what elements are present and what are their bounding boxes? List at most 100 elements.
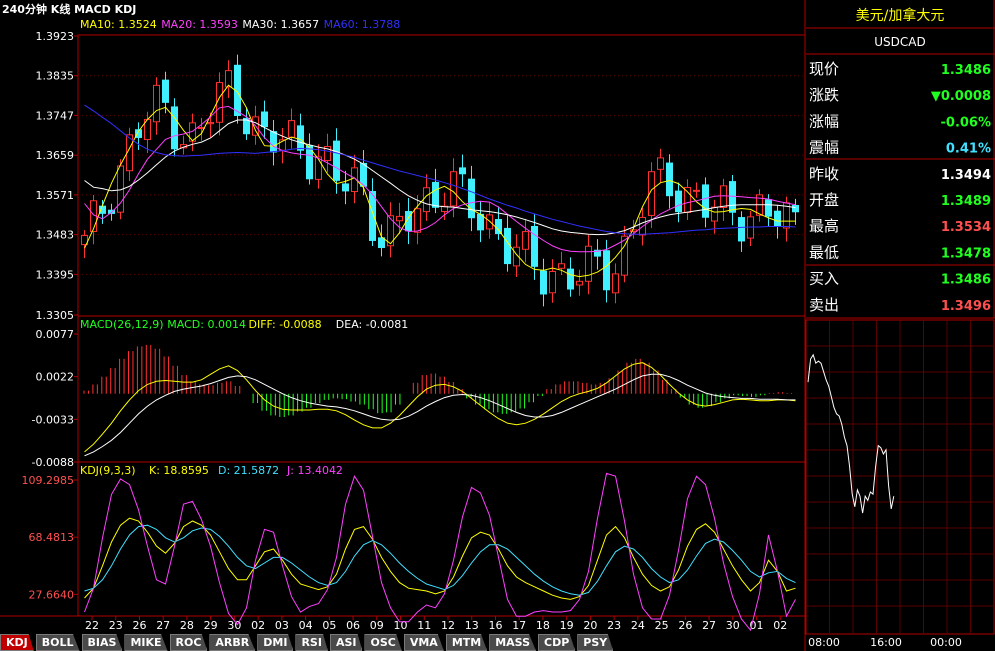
candle-up (396, 215, 403, 222)
kdj-label: J: 13.4042 (286, 464, 343, 477)
date-label: 23 (607, 619, 621, 632)
date-label: 17 (512, 619, 526, 632)
tab-arbr[interactable]: ARBR (209, 634, 256, 651)
candle-down (738, 217, 745, 242)
candle-down (477, 213, 484, 231)
date-label: 02 (251, 619, 265, 632)
candle-up (450, 171, 457, 207)
date-label: 22 (85, 619, 99, 632)
candle-down (567, 268, 574, 290)
macd-label: DIFF: -0.0088 (249, 318, 322, 331)
date-label: 12 (441, 619, 455, 632)
intraday-time-label: 00:00 (930, 636, 962, 649)
quote-value: 1.3486 (941, 63, 991, 78)
tab-psy[interactable]: PSY (577, 634, 614, 651)
tab-rsi[interactable]: RSI (295, 634, 328, 651)
candle-down (171, 106, 178, 150)
tab-roc[interactable]: ROC (169, 634, 208, 651)
price-tick-label: 1.3305 (36, 309, 75, 322)
candle-down (261, 111, 268, 128)
candle-down (369, 191, 376, 241)
quote-label: 震幅 (809, 139, 839, 157)
price-tick-label: 1.3659 (36, 149, 75, 162)
candle-down (765, 199, 772, 217)
date-label: 23 (109, 619, 123, 632)
candle-down (468, 178, 475, 219)
candle-up (153, 84, 160, 123)
tab-vma[interactable]: VMA (403, 634, 444, 651)
candle-up (711, 206, 718, 222)
candle-down (702, 184, 709, 218)
macd-tick-label: 0.0022 (36, 371, 75, 384)
intraday-time-label: 16:00 (870, 636, 902, 649)
indicator-tabs: KDJ BOLL BIAS MIKE ROC ARBR DMI RSI ASI OSC VMA MTM… (0, 634, 805, 651)
tab-cdp[interactable]: CDP (538, 634, 576, 651)
quote-value: 1.3494 (941, 168, 991, 183)
quote-value: 1.3496 (941, 299, 991, 314)
tab-bias[interactable]: BIAS (81, 634, 123, 651)
price-tick-label: 1.3395 (36, 268, 75, 281)
date-label: 28 (180, 619, 194, 632)
tab-osc[interactable]: OSC (364, 634, 402, 651)
price-tick-label: 1.3835 (36, 70, 75, 83)
candle-up (558, 263, 565, 269)
chart-title: 240分钟 K线 MACD KDJ (2, 2, 136, 16)
quote-label: 开盘 (809, 191, 839, 209)
date-label: 06 (346, 619, 360, 632)
quote-value: 1.3534 (941, 220, 991, 235)
price-tick-label: 1.3483 (36, 229, 75, 242)
quote-label: 买入 (809, 270, 839, 288)
kdj-tick-label: 27.6640 (29, 588, 75, 601)
quote-value: 1.3489 (941, 194, 991, 209)
macd-tick-label: -0.0033 (32, 413, 74, 426)
date-label: 27 (156, 619, 170, 632)
candle-down (792, 205, 799, 213)
ma-label: MA60: 1.3788 (324, 18, 401, 31)
chart-stage: 240分钟 K线 MACD KDJ MA10: 1.3524 MA20: 1.35… (0, 0, 995, 651)
macd-label: MACD(26,12,9) (80, 318, 164, 331)
macd-label: MACD: 0.0014 (167, 318, 246, 331)
ma-label: MA10: 1.3524 (80, 18, 157, 31)
candle-up (486, 214, 493, 230)
date-label: 02 (773, 619, 787, 632)
quote-value: -0.06% (941, 115, 992, 130)
tab-mtm[interactable]: MTM (445, 634, 488, 651)
candle-down (162, 79, 169, 103)
price-tick-label: 1.3571 (36, 189, 75, 202)
candle-up (576, 280, 583, 286)
tab-mike[interactable]: MIKE (124, 634, 168, 651)
date-label: 03 (275, 619, 289, 632)
tab-mass[interactable]: MASS (489, 634, 537, 651)
candle-up (288, 120, 295, 138)
quote-label: 最低 (809, 243, 839, 261)
date-label: 04 (299, 619, 313, 632)
macd-tick-label: -0.0088 (32, 456, 74, 469)
candle-up (630, 229, 637, 232)
candle-down (603, 250, 610, 291)
date-label: 18 (536, 619, 550, 632)
tab-dmi[interactable]: DMI (257, 634, 294, 651)
candle-down (432, 181, 439, 208)
instrument-symbol: USDCAD (874, 35, 925, 49)
date-label: 19 (560, 619, 574, 632)
candle-down (378, 237, 385, 249)
candle-up (522, 231, 529, 250)
tab-boll[interactable]: BOLL (35, 634, 80, 651)
date-label: 25 (655, 619, 669, 632)
date-label: 20 (583, 619, 597, 632)
candle-up (414, 208, 421, 233)
tab-kdj[interactable]: KDJ (0, 634, 34, 651)
kdj-label: K: 18.8595 (149, 464, 209, 477)
candle-up (423, 187, 430, 213)
candle-down (666, 162, 673, 197)
candle-down (459, 167, 466, 175)
date-label: 11 (417, 619, 431, 632)
candle-down (504, 227, 511, 265)
instrument-name: 美元/加拿大元 (856, 7, 945, 24)
tab-asi[interactable]: ASI (329, 634, 363, 651)
macd-label: DEA: -0.0081 (336, 318, 408, 331)
date-label: 26 (132, 619, 146, 632)
quote-label: 最高 (809, 217, 839, 235)
kdj-tick-label: 68.4813 (29, 531, 75, 544)
date-label: 27 (702, 619, 716, 632)
